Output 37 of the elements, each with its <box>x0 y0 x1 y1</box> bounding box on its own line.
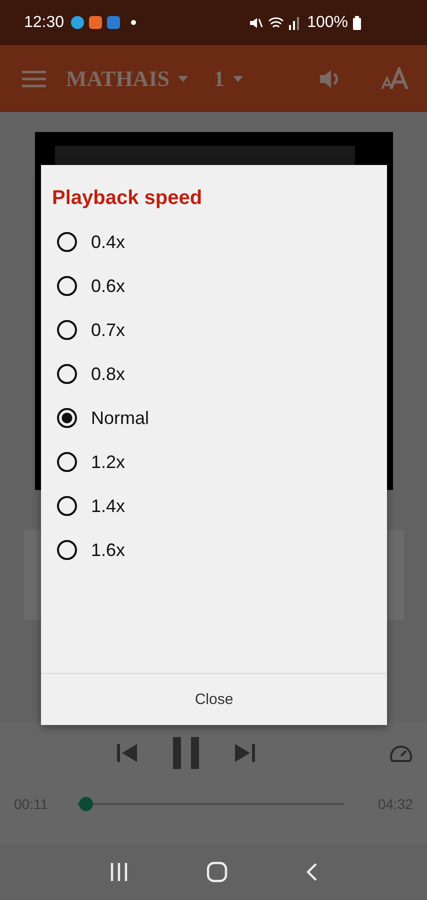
battery-level: 100% <box>307 14 348 32</box>
speed-option[interactable]: 1.6x <box>55 528 373 572</box>
radio-button[interactable] <box>57 408 77 428</box>
radio-button[interactable] <box>57 232 77 252</box>
battery-icon <box>353 16 361 30</box>
speed-option[interactable]: 0.6x <box>55 264 373 308</box>
recent-apps-icon[interactable] <box>108 863 128 881</box>
signal-icon <box>289 16 300 30</box>
caret-icon <box>232 76 242 82</box>
wifi-icon <box>268 16 284 30</box>
radio-button[interactable] <box>57 540 77 560</box>
notification-icon <box>71 16 84 29</box>
back-icon[interactable] <box>304 862 318 882</box>
speed-option[interactable]: 0.8x <box>55 352 373 396</box>
mute-icon <box>249 16 264 30</box>
notification-icon <box>107 16 120 29</box>
pause-icon[interactable] <box>170 737 200 769</box>
radio-button[interactable] <box>57 452 77 472</box>
radio-button[interactable] <box>57 320 77 340</box>
next-icon[interactable] <box>232 742 256 764</box>
home-icon[interactable] <box>206 861 228 883</box>
dot-icon <box>131 20 136 25</box>
speed-option[interactable]: 0.4x <box>55 220 373 264</box>
speed-option[interactable]: 0.7x <box>55 308 373 352</box>
speedometer-icon[interactable] <box>389 743 413 763</box>
speed-option[interactable]: 1.2x <box>55 440 373 484</box>
radio-button[interactable] <box>57 276 77 296</box>
speed-option[interactable]: 1.4x <box>55 484 373 528</box>
notification-icon <box>89 16 102 29</box>
status-time: 12:30 <box>24 14 64 32</box>
radio-button[interactable] <box>57 364 77 384</box>
radio-button[interactable] <box>57 496 77 516</box>
previous-icon[interactable] <box>114 742 138 764</box>
dialog-title: Playback speed <box>51 186 204 211</box>
speed-option[interactable]: Normal <box>55 396 373 440</box>
close-button[interactable]: Close <box>41 673 387 725</box>
caret-icon <box>178 76 188 82</box>
